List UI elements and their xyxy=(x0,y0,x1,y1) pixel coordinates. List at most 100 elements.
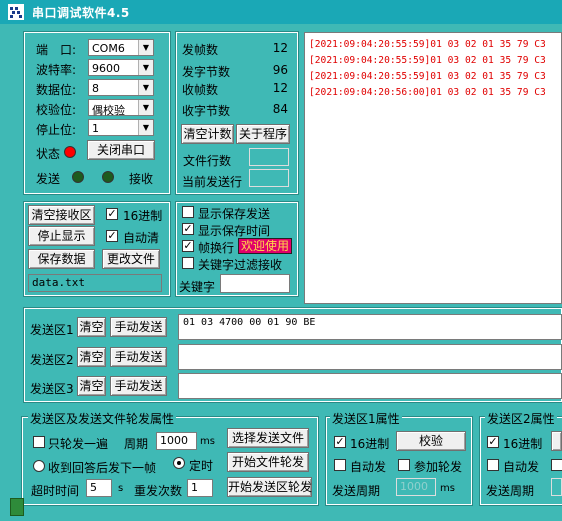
rotation-group-title: 发送区及发送文件轮发属性 xyxy=(28,410,177,427)
period-unit: ms xyxy=(200,436,215,447)
period-input[interactable]: 1000 xyxy=(156,432,197,450)
area2-auto-send-checkbox[interactable] xyxy=(487,459,499,471)
select-file-button[interactable]: 选择发送文件 xyxy=(227,428,309,448)
stopbits-select[interactable]: 1 ▼ xyxy=(88,119,154,136)
send-area-2-label: 发送区2 xyxy=(30,353,74,367)
baud-label: 波特率: xyxy=(36,63,77,77)
area2-hex-label: 16进制 xyxy=(503,437,543,451)
send-area-1-input[interactable]: 01 03 4700 00 01 90 BE xyxy=(178,314,562,340)
databits-label: 数据位: xyxy=(36,83,77,97)
stop-display-button[interactable]: 停止显示 xyxy=(28,226,95,246)
parity-select[interactable]: 偶校验 ▼ xyxy=(88,99,154,117)
chevron-down-icon: ▼ xyxy=(138,120,153,135)
area2-hex-checkbox[interactable]: ✓ xyxy=(487,436,499,448)
keyword-filter-checkbox[interactable] xyxy=(182,257,194,269)
send-area-2-input[interactable] xyxy=(178,344,562,370)
area1-auto-send-checkbox[interactable] xyxy=(334,459,346,471)
area1-props-title: 发送区1属性 xyxy=(330,410,402,427)
send-area-1-clear-button[interactable]: 清空 xyxy=(77,317,106,337)
current-line-label: 当前发送行 xyxy=(182,175,243,189)
receive-area[interactable]: [2021:09:04:20:55:59]01 03 02 01 35 79 C… xyxy=(304,32,562,304)
period-label: 周期 xyxy=(124,437,149,451)
file-lines-label: 文件行数 xyxy=(183,154,232,168)
show-save-time-label: 显示保存时间 xyxy=(198,224,271,238)
chevron-down-icon: ▼ xyxy=(138,40,153,55)
current-line-field xyxy=(249,169,289,187)
send-indicator-label: 发送 xyxy=(36,172,61,186)
send-area-2-manual-button[interactable]: 手动发送 xyxy=(110,347,167,367)
send-area-1-label: 发送区1 xyxy=(30,323,74,337)
area2-period-input[interactable] xyxy=(551,478,562,496)
show-save-time-checkbox[interactable]: ✓ xyxy=(182,223,194,235)
area1-period-input[interactable]: 1000 xyxy=(396,478,436,496)
timed-label: 定时 xyxy=(189,459,214,473)
verify-button[interactable]: 校验 xyxy=(396,431,466,451)
send-bytes-label: 发字节数 xyxy=(182,65,231,79)
recv-bytes-value: 84 xyxy=(272,102,288,116)
send-area-3-input[interactable] xyxy=(178,373,562,399)
auto-clear-label: 自动清 xyxy=(123,231,160,245)
port-select[interactable]: COM6 ▼ xyxy=(88,39,154,56)
keyword-input[interactable] xyxy=(220,274,290,293)
area1-hex-checkbox[interactable]: ✓ xyxy=(334,436,346,448)
hex-display-checkbox[interactable]: ✓ xyxy=(106,208,118,220)
only-once-label: 只轮发一遍 xyxy=(48,437,109,451)
clear-recv-button[interactable]: 清空接收区 xyxy=(28,205,95,225)
keyword-filter-label: 关键字过滤接收 xyxy=(198,258,283,272)
area2-auto-send-label: 自动发 xyxy=(503,460,540,474)
start-file-rotation-button[interactable]: 开始文件轮发 xyxy=(227,452,309,472)
after-reply-radio[interactable] xyxy=(33,460,45,472)
area1-hex-label: 16进制 xyxy=(350,437,390,451)
only-once-checkbox[interactable] xyxy=(33,436,45,448)
clear-count-button[interactable]: 清空计数 xyxy=(181,124,234,144)
status-icon xyxy=(10,498,24,516)
start-area-rotation-button[interactable]: 开始发送区轮发 xyxy=(227,477,312,497)
send-frames-label: 发帧数 xyxy=(182,43,219,57)
filename-field[interactable]: data.txt xyxy=(28,274,162,292)
receive-line: [2021:09:04:20:55:59]01 03 02 01 35 79 C… xyxy=(309,71,546,82)
chevron-down-icon: ▼ xyxy=(138,100,153,115)
keyword-label: 关键字 xyxy=(179,280,216,294)
join-rotation-checkbox[interactable] xyxy=(398,459,410,471)
recv-frames-value: 12 xyxy=(272,81,288,95)
receive-line: [2021:09:04:20:56:00]01 03 02 01 35 79 C… xyxy=(309,87,546,98)
area1-period-label: 发送周期 xyxy=(332,484,381,498)
welcome-badge: 欢迎使用 xyxy=(238,238,293,254)
databits-select[interactable]: 8 ▼ xyxy=(88,79,154,96)
save-data-button[interactable]: 保存数据 xyxy=(28,249,95,269)
area2-props-title: 发送区2属性 xyxy=(485,410,557,427)
frame-newline-checkbox[interactable]: ✓ xyxy=(182,240,194,252)
change-file-button[interactable]: 更改文件 xyxy=(102,249,160,269)
send-area-3-manual-button[interactable]: 手动发送 xyxy=(110,376,167,396)
chevron-down-icon: ▼ xyxy=(138,60,153,75)
baud-select[interactable]: 9600 ▼ xyxy=(88,59,154,76)
parity-label: 校验位: xyxy=(36,103,77,117)
send-area-3-clear-button[interactable]: 清空 xyxy=(77,376,106,396)
send-bytes-value: 96 xyxy=(272,63,288,77)
after-reply-label: 收到回答后发下一帧 xyxy=(48,461,157,475)
status-led xyxy=(64,146,76,158)
area2-verify-button[interactable] xyxy=(551,431,562,451)
send-area-1-manual-button[interactable]: 手动发送 xyxy=(110,317,167,337)
receive-line: [2021:09:04:20:55:59]01 03 02 01 35 79 C… xyxy=(309,39,546,50)
area2-join-rotation-checkbox[interactable] xyxy=(551,459,562,471)
timed-radio[interactable] xyxy=(173,457,185,469)
retry-input[interactable]: 1 xyxy=(187,479,213,497)
about-button[interactable]: 关于程序 xyxy=(236,124,290,144)
area1-period-unit: ms xyxy=(440,483,455,494)
area2-period-label: 发送周期 xyxy=(486,484,535,498)
stopbits-label: 停止位: xyxy=(36,123,77,137)
send-area-2-clear-button[interactable]: 清空 xyxy=(77,347,106,367)
send-frames-value: 12 xyxy=(272,41,288,55)
show-save-send-checkbox[interactable] xyxy=(182,206,194,218)
recv-bytes-label: 收字节数 xyxy=(182,104,231,118)
hex-display-label: 16进制 xyxy=(123,209,163,223)
recv-frames-label: 收帧数 xyxy=(182,83,219,97)
timeout-input[interactable]: 5 xyxy=(86,479,112,497)
file-lines-field xyxy=(249,148,289,166)
close-port-button[interactable]: 关闭串口 xyxy=(87,140,155,160)
auto-clear-checkbox[interactable]: ✓ xyxy=(106,230,118,242)
join-rotation-label: 参加轮发 xyxy=(414,460,463,474)
window-title: 串口调试软件4.5 xyxy=(32,6,130,20)
recv-indicator-label: 接收 xyxy=(129,172,154,186)
